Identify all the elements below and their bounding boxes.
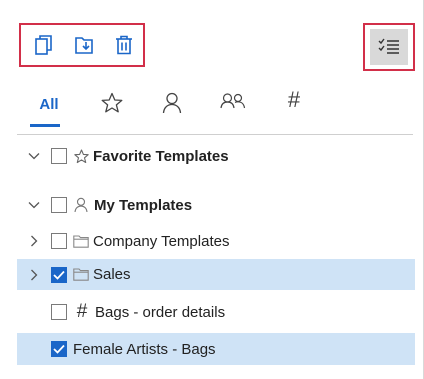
tree-row-label: Favorite Templates bbox=[93, 147, 229, 165]
checkbox-company-templates[interactable] bbox=[51, 233, 67, 249]
checkbox-my-templates[interactable] bbox=[51, 197, 67, 213]
people-icon bbox=[220, 93, 246, 109]
folder-icon bbox=[73, 267, 89, 283]
divider bbox=[17, 134, 413, 135]
tree-row-label: Female Artists - Bags bbox=[73, 340, 216, 358]
checkmark-icon bbox=[53, 344, 65, 354]
chevron-right-icon[interactable] bbox=[25, 232, 43, 250]
checkbox-favorite-templates[interactable] bbox=[51, 148, 67, 164]
star-icon bbox=[73, 148, 89, 164]
checkmark-icon bbox=[53, 270, 65, 280]
tab-all-label: All bbox=[39, 96, 59, 113]
active-tab-indicator bbox=[30, 124, 60, 127]
tree-row-label: My Templates bbox=[94, 196, 193, 214]
hash-icon: # bbox=[76, 301, 88, 322]
star-icon bbox=[101, 92, 123, 113]
chevron-down-icon[interactable] bbox=[25, 147, 43, 165]
person-icon bbox=[73, 197, 89, 213]
import-icon bbox=[75, 37, 93, 54]
tree-row-label: Sales bbox=[93, 266, 131, 283]
tab-hash[interactable]: # bbox=[282, 86, 306, 126]
tab-all[interactable]: All bbox=[38, 86, 60, 126]
person-icon bbox=[162, 92, 182, 114]
folder-icon bbox=[73, 233, 89, 249]
tab-my-templates[interactable] bbox=[160, 86, 184, 126]
checkbox-female-artists-bags[interactable] bbox=[51, 341, 67, 357]
checklist-icon bbox=[378, 38, 399, 54]
checkbox-bags-order-details[interactable] bbox=[51, 304, 67, 320]
tree-row-my-templates[interactable]: My Templates bbox=[17, 190, 415, 220]
trash-icon bbox=[116, 35, 132, 55]
tree-row-bags-order-details[interactable]: # Bags - order details bbox=[17, 297, 415, 327]
tab-shared[interactable] bbox=[220, 86, 246, 126]
tree-row-female-artists-bags[interactable]: Female Artists - Bags bbox=[17, 333, 415, 365]
tab-favorites[interactable] bbox=[100, 86, 124, 126]
tree-row-company-templates[interactable]: Company Templates bbox=[17, 226, 415, 256]
template-panel: All # Favorite Templates My Templates Co… bbox=[0, 0, 424, 379]
tree-row-favorite-templates[interactable]: Favorite Templates bbox=[17, 141, 415, 171]
hash-icon: # bbox=[287, 87, 301, 112]
tree-row-sales[interactable]: Sales bbox=[17, 259, 415, 290]
chevron-right-icon[interactable] bbox=[25, 266, 43, 284]
multi-select-toggle-button[interactable] bbox=[370, 29, 408, 65]
delete-button[interactable] bbox=[112, 33, 136, 57]
chevron-down-icon[interactable] bbox=[25, 196, 43, 214]
tree-row-label: Bags - order details bbox=[95, 303, 226, 321]
view-toggle-highlight bbox=[363, 23, 415, 71]
toolbar-actions bbox=[19, 23, 145, 67]
import-button[interactable] bbox=[72, 33, 96, 57]
checkbox-sales[interactable] bbox=[51, 266, 67, 283]
copy-button[interactable] bbox=[32, 33, 56, 57]
filter-tabs: All # bbox=[30, 86, 330, 126]
tree-row-label: Company Templates bbox=[93, 232, 230, 250]
copy-icon bbox=[35, 35, 52, 55]
